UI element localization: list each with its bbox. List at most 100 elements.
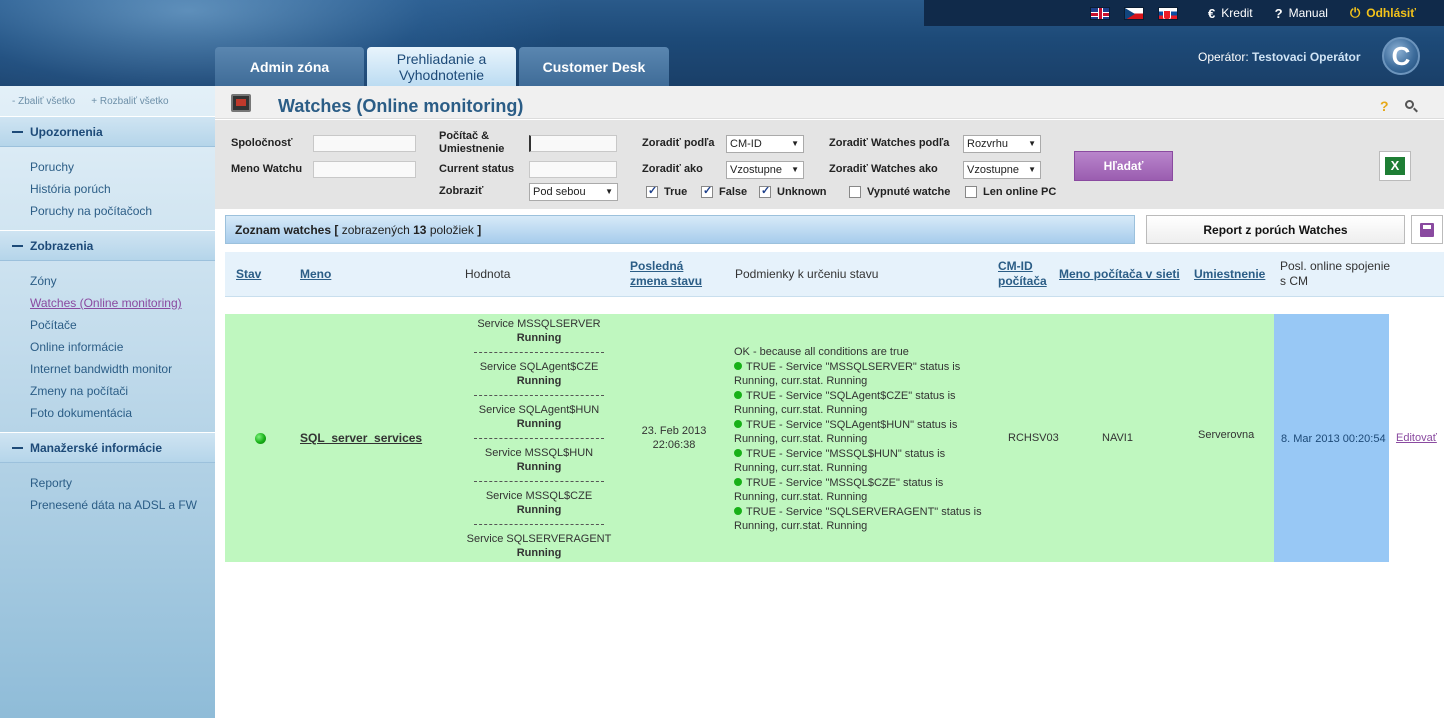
zobrazit-select[interactable]: Pod sebou [529, 183, 618, 201]
kredit-link[interactable]: € Kredit [1208, 6, 1253, 21]
green-dot-icon [734, 448, 742, 457]
collapse-icon [12, 244, 23, 247]
col-stav[interactable]: Stav [236, 267, 261, 282]
col-hodnota: Hodnota [465, 267, 511, 281]
condition-line1: TRUE - Service "SQLAgent$CZE" status is [746, 389, 956, 402]
sidebar-item-foto-dokumentacia[interactable]: Foto dokumentácia [30, 402, 215, 424]
unknown-checkbox[interactable]: Unknown [759, 184, 827, 198]
zoradit-podla-label: Zoradiť podľa [642, 137, 715, 149]
expand-all-label: Rozbaliť všetko [99, 95, 169, 107]
col-posledna-line1: Posledná [630, 259, 684, 273]
power-icon: ⏻ [1349, 5, 1361, 20]
vypnute-watche-checkbox[interactable]: Vypnuté watche [849, 186, 950, 198]
condition-item: TRUE - Service "MSSQL$CZE" status is Runn… [734, 476, 982, 505]
czech-flag-icon[interactable] [1124, 6, 1145, 20]
condition-line1: TRUE - Service "MSSQLSERVER" status is [746, 360, 961, 373]
col-umiestnenie[interactable]: Umiestnenie [1194, 267, 1265, 282]
len-online-pc-checkbox[interactable]: Len online PC [965, 186, 1056, 198]
dashed-separator [474, 438, 604, 439]
current-status-input[interactable] [529, 161, 617, 178]
condition-item: TRUE - Service "SQLSERVERAGENT" status i… [734, 505, 982, 534]
main-tabs: Admin zóna Prehliadanie a Vyhodnotenie C… [215, 47, 669, 86]
items-text: položiek [429, 222, 474, 237]
zoradit-watches-ako-select[interactable]: Vzostupne [963, 161, 1041, 179]
meno-watchu-input[interactable] [313, 161, 416, 178]
service-name: Service MSSQL$CZE [485, 490, 593, 502]
sidebar-items-zobrazenia: Zóny Watches (Online monitoring) Počítač… [0, 261, 215, 432]
conditions-cell: OK - because all conditions are true TRU… [734, 345, 982, 534]
spolocnost-input[interactable] [313, 135, 416, 152]
false-checkbox[interactable]: False [701, 184, 747, 198]
logo-icon: C [1382, 37, 1420, 75]
pocitac-label-line2: Umiestnenie [439, 143, 505, 155]
report-button[interactable]: Report z porúch Watches [1146, 215, 1405, 244]
len-online-label: Len online PC [983, 186, 1057, 198]
language-flags [1090, 6, 1179, 20]
true-checkbox[interactable]: True [646, 184, 688, 198]
col-meno-pocitaca[interactable]: Meno počítača v sieti [1059, 267, 1180, 282]
table-header: Stav Meno Hodnota Posledná zmena stavu P… [225, 252, 1444, 297]
col-meno[interactable]: Meno [300, 267, 331, 282]
sidebar-items-upozornenia: Poruchy História porúch Poruchy na počít… [0, 147, 215, 230]
expand-all-link[interactable]: + Rozbaliť všetko [91, 96, 168, 107]
col-posledna-zmena[interactable]: Posledná zmena stavu [630, 259, 702, 289]
manual-link[interactable]: ? Manual [1275, 6, 1328, 21]
logout-link[interactable]: ⏻ Odhlásiť [1350, 5, 1416, 21]
sidebar: - Zbaliť všetko + Rozbaliť všetko Upozor… [0, 86, 215, 718]
help-icon[interactable]: ? [1380, 98, 1389, 114]
last-change-cell: 23. Feb 2013 22:06:38 [629, 424, 719, 452]
tab-prehliadanie[interactable]: Prehliadanie a Vyhodnotenie [367, 47, 516, 86]
sidebar-section-zobrazenia[interactable]: Zobrazenia [0, 230, 215, 261]
sidebar-item-prenesene-data[interactable]: Prenesené dáta na ADSL a FW [30, 494, 215, 516]
search-icon[interactable] [1405, 100, 1414, 109]
zoradit-watches-podla-select[interactable]: Rozvrhu [963, 135, 1041, 153]
condition-line1: TRUE - Service "MSSQL$HUN" status is [746, 447, 946, 460]
collapse-all-link[interactable]: - Zbaliť všetko [12, 96, 75, 107]
sidebar-item-watches[interactable]: Watches (Online monitoring) [30, 292, 215, 314]
excel-export-icon[interactable]: X [1379, 151, 1411, 181]
zoradit-podla-select[interactable]: CM-ID [726, 135, 804, 153]
spolocnost-label: Spoločnosť [231, 137, 293, 149]
edit-link[interactable]: Editovať [1396, 432, 1437, 444]
condition-line1: TRUE - Service "SQLAgent$HUN" status is [746, 418, 958, 431]
section-title: Zobrazenia [30, 238, 94, 253]
slovak-flag-icon[interactable] [1158, 6, 1179, 20]
sidebar-item-poruchy[interactable]: Poruchy [30, 156, 215, 178]
search-button[interactable]: Hľadať [1074, 151, 1173, 181]
condition-line2: Running, curr.stat. Running [734, 375, 868, 387]
condition-item: TRUE - Service "MSSQL$HUN" status is Runn… [734, 447, 982, 476]
service-entry: Service MSSQL$CZE Running [464, 489, 614, 517]
pocitac-umiestnenie-input[interactable] [529, 135, 617, 152]
sidebar-item-poruchy-na-pocitacoch[interactable]: Poruchy na počítačoch [30, 200, 215, 222]
watch-name-link[interactable]: SQL_server_services [300, 431, 422, 445]
col-cmid[interactable]: CM-ID počítača [998, 259, 1047, 289]
english-flag-icon[interactable] [1090, 6, 1111, 20]
sidebar-item-pocitace[interactable]: Počítače [30, 314, 215, 336]
sidebar-item-bandwidth-monitor[interactable]: Internet bandwidth monitor [30, 358, 215, 380]
sidebar-section-manazerske[interactable]: Manažerské informácie [0, 432, 215, 463]
sidebar-item-zony[interactable]: Zóny [30, 270, 215, 292]
sidebar-item-reporty[interactable]: Reporty [30, 472, 215, 494]
save-icon[interactable] [1411, 215, 1443, 244]
service-entry: Service MSSQL$HUN Running [464, 446, 614, 474]
sidebar-item-online-informacie[interactable]: Online informácie [30, 336, 215, 358]
condition-line2: Running, curr.stat. Running [734, 404, 868, 416]
condition-item: TRUE - Service "SQLAgent$CZE" status is R… [734, 389, 982, 418]
table-row[interactable]: SQL_server_services Service MSSQLSERVER R… [225, 314, 1444, 562]
sidebar-item-historia-poruch[interactable]: História porúch [30, 178, 215, 200]
condition-item: TRUE - Service "MSSQLSERVER" status is Ru… [734, 360, 982, 389]
zobrazit-label: Zobraziť [439, 185, 484, 197]
tab-admin-zona[interactable]: Admin zóna [215, 47, 364, 86]
true-label: True [664, 186, 688, 198]
service-name: Service MSSQL$HUN [484, 447, 594, 459]
checkbox-checked-icon [759, 184, 771, 198]
header: € Kredit ? Manual ⏻ Odhlásiť Admin zóna … [0, 0, 1444, 86]
sidebar-item-zmeny-na-pocitaci[interactable]: Zmeny na počítači [30, 380, 215, 402]
tab-customer-desk[interactable]: Customer Desk [519, 47, 669, 86]
green-dot-icon [734, 361, 742, 370]
dashed-separator [474, 524, 604, 525]
zoradit-ako-select[interactable]: Vzostupne [726, 161, 804, 179]
service-name: Service SQLAgent$CZE [479, 361, 599, 373]
sidebar-section-upozornenia[interactable]: Upozornenia [0, 116, 215, 147]
euro-icon: € [1208, 5, 1216, 21]
